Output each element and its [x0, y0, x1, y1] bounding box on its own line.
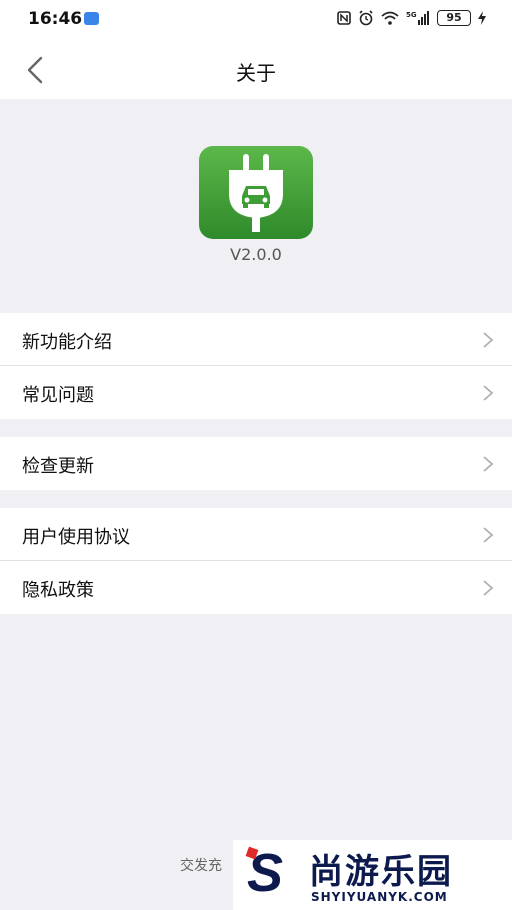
wifi-icon: [381, 11, 399, 25]
menu-item-label: 常见问题: [22, 385, 94, 406]
alarm-icon: [359, 10, 373, 26]
chevron-right-icon: [483, 527, 494, 543]
status-time: 16:46: [28, 9, 83, 29]
menu-item-check-update[interactable]: 检查更新: [0, 437, 512, 490]
battery-indicator: 95: [437, 10, 471, 26]
signal-5g-icon: 5G: [406, 11, 429, 25]
notification-app-icon: [84, 12, 99, 25]
chevron-right-icon: [483, 385, 494, 401]
menu-item-user-agreement[interactable]: 用户使用协议: [0, 508, 512, 561]
menu-item-label: 新功能介绍: [22, 332, 112, 353]
settings-group-update: 检查更新: [0, 437, 512, 490]
footer-copyright: 交发充: [180, 858, 222, 874]
status-bar: 16:46 5G 95: [0, 0, 512, 40]
charging-icon: [478, 11, 486, 25]
app-version: V2.0.0: [230, 245, 282, 264]
app-logo: [199, 146, 313, 239]
watermark-brand-cn: 尚游乐园: [309, 852, 453, 892]
about-header: V2.0.0: [0, 99, 512, 313]
ev-plug-car-icon: [229, 154, 283, 232]
nfc-icon: [337, 11, 351, 25]
menu-item-faq[interactable]: 常见问题: [0, 366, 512, 419]
menu-item-label: 隐私政策: [22, 580, 94, 601]
menu-item-new-features[interactable]: 新功能介绍: [0, 313, 512, 366]
chevron-right-icon: [483, 580, 494, 596]
menu-item-privacy-policy[interactable]: 隐私政策: [0, 561, 512, 614]
watermark-brand-en: SHYIYUANYK.COM: [311, 890, 448, 904]
chevron-right-icon: [483, 332, 494, 348]
watermark-logo: S 尚游乐园 SHYIYUANYK.COM: [233, 840, 512, 910]
settings-group-info: 新功能介绍 常见问题: [0, 313, 512, 419]
svg-text:5G: 5G: [406, 11, 417, 19]
chevron-right-icon: [483, 456, 494, 472]
status-icons: 5G 95: [337, 10, 486, 26]
page-title: 关于: [236, 61, 276, 85]
menu-item-label: 检查更新: [22, 456, 94, 477]
navigation-bar: 关于: [0, 40, 512, 99]
menu-item-label: 用户使用协议: [22, 527, 130, 548]
settings-group-legal: 用户使用协议 隐私政策: [0, 508, 512, 614]
